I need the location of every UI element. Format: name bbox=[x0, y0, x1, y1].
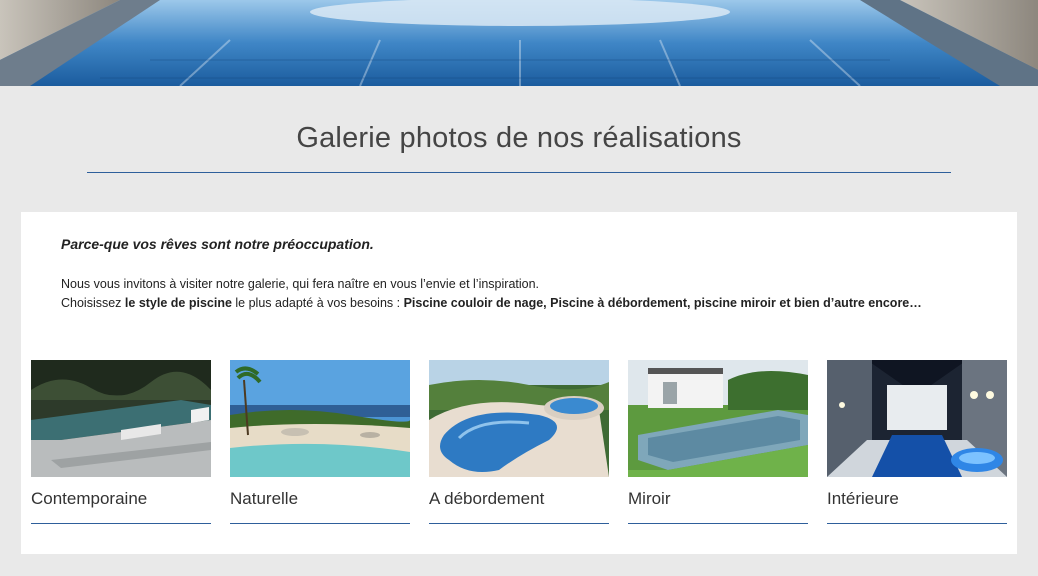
gallery-divider bbox=[628, 523, 808, 524]
gallery-label[interactable]: Naturelle bbox=[230, 489, 298, 509]
gallery-label[interactable]: Contemporaine bbox=[31, 489, 147, 509]
gallery-divider bbox=[429, 523, 609, 524]
hero-banner bbox=[0, 0, 1038, 86]
gallery-label[interactable]: Miroir bbox=[628, 489, 671, 509]
gallery-divider bbox=[827, 523, 1007, 524]
natural-beach-pool-photo[interactable] bbox=[230, 360, 410, 477]
intro-line-1: Nous vous invitons à visiter notre galer… bbox=[61, 277, 540, 291]
infinity-pool-photo[interactable] bbox=[429, 360, 609, 477]
gallery-label[interactable]: A débordement bbox=[429, 489, 544, 509]
page-title: Galerie photos de nos réalisations bbox=[296, 122, 742, 154]
indoor-pool-photo[interactable] bbox=[827, 360, 1007, 477]
title-divider bbox=[87, 172, 951, 173]
gallery-card-miroir[interactable]: Miroir bbox=[628, 360, 808, 526]
mirror-pool-photo[interactable] bbox=[628, 360, 808, 477]
intro-line-2-bold-style: le style de piscine bbox=[124, 296, 232, 310]
contemporary-pool-photo[interactable] bbox=[31, 360, 211, 477]
intro-text: Nous vous invitons à visiter notre galer… bbox=[61, 275, 1001, 313]
content-panel: Parce-que vos rêves sont notre préoccupa… bbox=[21, 212, 1017, 554]
intro-line-2-bold-types: Piscine couloir de nage, Piscine à débor… bbox=[403, 296, 922, 310]
hero-pool-image bbox=[0, 0, 1038, 86]
intro-line-2-prefix: Choisissez bbox=[61, 296, 125, 310]
gallery-card-contemporaine[interactable]: Contemporaine bbox=[31, 360, 211, 526]
gallery-card-naturelle[interactable]: Naturelle bbox=[230, 360, 410, 526]
tagline: Parce-que vos rêves sont notre préoccupa… bbox=[61, 236, 374, 252]
gallery-label[interactable]: Intérieure bbox=[827, 489, 899, 509]
gallery-divider bbox=[31, 523, 211, 524]
gallery: Contemporaine Naturelle A débordement Mi… bbox=[31, 360, 1011, 530]
gallery-card-a-debordement[interactable]: A débordement bbox=[429, 360, 609, 526]
gallery-card-interieure[interactable]: Intérieure bbox=[827, 360, 1007, 526]
gallery-divider bbox=[230, 523, 410, 524]
intro-line-2-middle: le plus adapté à vos besoins : bbox=[231, 296, 404, 310]
